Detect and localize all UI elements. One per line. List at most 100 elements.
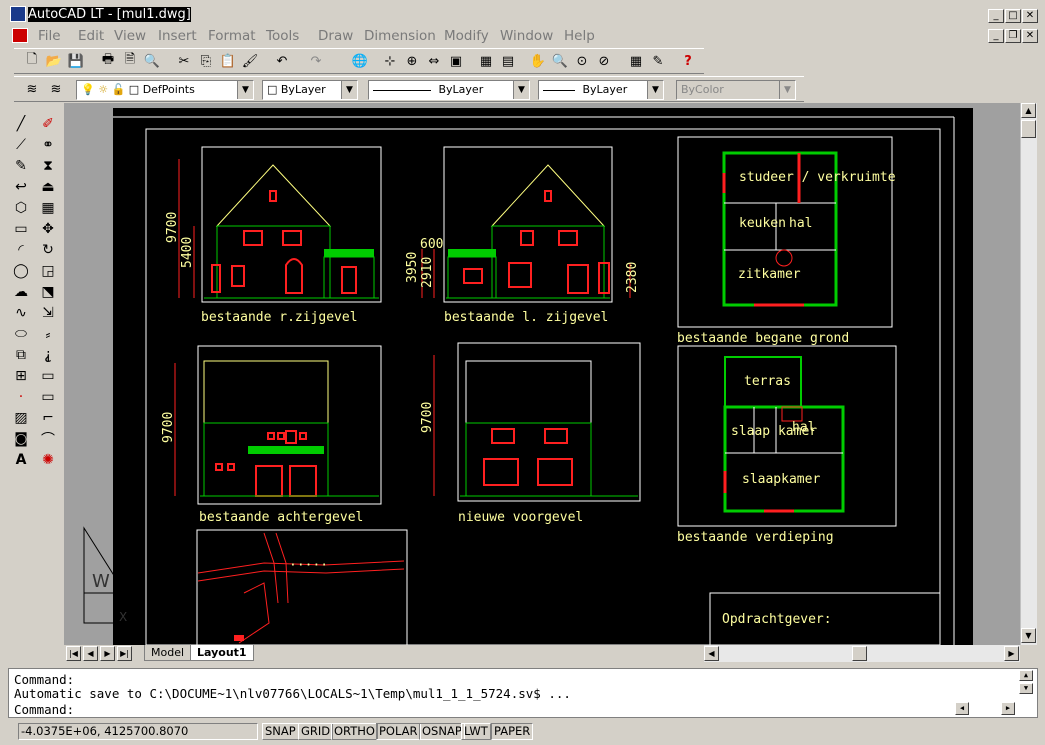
- menu-window[interactable]: Window: [500, 28, 553, 44]
- polar-toggle[interactable]: POLAR: [376, 723, 421, 740]
- tab-layout1[interactable]: Layout1: [190, 645, 254, 661]
- break-at-point-icon[interactable]: ▭: [37, 387, 59, 407]
- layer-manager-icon[interactable]: ≋: [22, 79, 42, 99]
- insert-block-icon[interactable]: ⧉: [10, 345, 32, 365]
- plotstyle-select[interactable]: ByColor ▼: [676, 80, 796, 100]
- maximize-button[interactable]: □: [1005, 9, 1021, 23]
- line-icon[interactable]: ╱: [10, 114, 32, 134]
- lineweight-select[interactable]: ByLayer ▼: [538, 80, 664, 100]
- cmd-scroll-down-icon[interactable]: ▼: [1019, 683, 1033, 694]
- tab-prev-icon[interactable]: ◀: [83, 646, 98, 661]
- zoom-window-icon[interactable]: ⊙: [572, 51, 592, 71]
- layer-states-icon[interactable]: ≋: [46, 79, 66, 99]
- layout-canvas[interactable]: 9700 5400 bestaande r.zijgevel 600 3950 …: [64, 103, 1020, 645]
- color-select[interactable]: □ ByLayer ▼: [262, 80, 358, 100]
- find-icon[interactable]: 🔍: [142, 51, 162, 71]
- document-icon[interactable]: [12, 28, 28, 43]
- snap-toggle[interactable]: SNAP: [262, 723, 299, 740]
- copy-object-icon[interactable]: ⚭: [37, 135, 59, 155]
- menu-modify[interactable]: Modify: [444, 28, 489, 44]
- doc-close-button[interactable]: ✕: [1022, 29, 1038, 43]
- break-icon[interactable]: ▭: [37, 366, 59, 386]
- chevron-down-icon[interactable]: ▼: [341, 81, 357, 99]
- menu-view[interactable]: View: [114, 28, 146, 44]
- chevron-down-icon[interactable]: ▼: [779, 81, 795, 99]
- command-input[interactable]: Command:: [14, 702, 74, 717]
- tool-palette-icon[interactable]: ✎: [648, 51, 668, 71]
- paper-toggle[interactable]: PAPER: [491, 723, 534, 740]
- menu-help[interactable]: Help: [564, 28, 595, 44]
- design-center-icon[interactable]: ▦: [476, 51, 496, 71]
- scroll-left-icon[interactable]: ◀: [704, 646, 719, 661]
- menu-format[interactable]: Format: [208, 28, 256, 44]
- web-icon[interactable]: 🌐: [350, 51, 370, 71]
- distance-icon[interactable]: ⇔: [424, 51, 444, 71]
- cmd-hscroll-right-icon[interactable]: ▶: [1001, 702, 1015, 715]
- spline-icon[interactable]: ∿: [10, 303, 32, 323]
- arc-icon[interactable]: ◜: [10, 240, 32, 260]
- grid-tool-icon[interactable]: ▦: [626, 51, 646, 71]
- scroll-up-icon[interactable]: ▲: [1021, 103, 1036, 118]
- polygon-icon[interactable]: ↩: [10, 177, 32, 197]
- erase-icon[interactable]: ✐: [37, 114, 59, 134]
- horizontal-scrollbar[interactable]: ◀ ▶: [704, 645, 1020, 662]
- tab-next-icon[interactable]: ▶: [100, 646, 115, 661]
- fillet-icon[interactable]: ⌒: [37, 429, 59, 449]
- menu-file[interactable]: File: [38, 28, 61, 44]
- rectangle-icon[interactable]: ▭: [10, 219, 32, 239]
- copy-icon[interactable]: ⎘: [196, 51, 216, 71]
- undo-icon[interactable]: ↶: [272, 51, 292, 71]
- print-preview-icon[interactable]: 🗎: [120, 51, 140, 71]
- save-icon[interactable]: 💾: [66, 51, 86, 71]
- doc-minimize-button[interactable]: _: [988, 29, 1004, 43]
- region-icon[interactable]: ◙: [10, 429, 32, 449]
- chevron-down-icon[interactable]: ▼: [647, 81, 663, 99]
- menu-dimension[interactable]: Dimension: [364, 28, 436, 44]
- match-properties-icon[interactable]: 🖌: [240, 51, 260, 71]
- text-icon[interactable]: A: [10, 450, 32, 470]
- ray-icon[interactable]: ⟋: [10, 135, 32, 155]
- tab-model[interactable]: Model: [144, 645, 192, 661]
- drawing-area[interactable]: 9700 5400 bestaande r.zijgevel 600 3950 …: [64, 103, 1020, 645]
- ortho-toggle[interactable]: ORTHO: [331, 723, 378, 740]
- autocad-app-icon[interactable]: [10, 6, 26, 22]
- circle-icon[interactable]: ◯: [10, 261, 32, 281]
- mirror-icon[interactable]: ⧗: [37, 156, 59, 176]
- revcloud-icon[interactable]: ☁: [10, 282, 32, 302]
- extend-icon[interactable]: ⸘: [37, 345, 59, 365]
- close-button[interactable]: ✕: [1022, 9, 1038, 23]
- explode-icon[interactable]: ✺: [37, 450, 59, 470]
- redo-icon[interactable]: ↷: [306, 51, 326, 71]
- scroll-down-icon[interactable]: ▼: [1021, 628, 1036, 643]
- layer-select[interactable]: 💡 ☼ 🔓 □ DefPoints ▼: [76, 80, 254, 100]
- offset-icon[interactable]: ⏏: [37, 177, 59, 197]
- scroll-thumb[interactable]: [1021, 120, 1036, 138]
- hscroll-thumb[interactable]: [852, 646, 867, 661]
- lwt-toggle[interactable]: LWT: [461, 723, 491, 740]
- move-icon[interactable]: ✥: [37, 219, 59, 239]
- menu-edit[interactable]: Edit: [78, 28, 104, 44]
- vertical-scrollbar[interactable]: ▲ ▼: [1020, 103, 1037, 645]
- new-icon[interactable]: 🗋: [22, 51, 42, 71]
- insert-block-icon[interactable]: ⊕: [402, 51, 422, 71]
- open-icon[interactable]: 📂: [44, 51, 64, 71]
- rotate-icon[interactable]: ↻: [37, 240, 59, 260]
- command-window[interactable]: Command: Automatic save to C:\DOCUME~1\n…: [8, 668, 1038, 718]
- properties-icon[interactable]: ▤: [498, 51, 518, 71]
- chamfer-icon[interactable]: ⌐: [37, 408, 59, 428]
- hatch-icon[interactable]: ▨: [10, 408, 32, 428]
- paste-icon[interactable]: 📋: [218, 51, 238, 71]
- print-icon[interactable]: 🖶: [98, 51, 118, 71]
- array-icon[interactable]: ▦: [37, 198, 59, 218]
- cmd-hscroll-left-icon[interactable]: ◀: [955, 702, 969, 715]
- scale-icon[interactable]: ◲: [37, 261, 59, 281]
- zoom-realtime-icon[interactable]: 🔍: [550, 51, 570, 71]
- osnap-toggle[interactable]: OSNAP: [419, 723, 465, 740]
- doc-restore-button[interactable]: ❐: [1005, 29, 1021, 43]
- make-block-icon[interactable]: ⊞: [10, 366, 32, 386]
- menu-draw[interactable]: Draw: [318, 28, 353, 44]
- ellipse-icon[interactable]: ⬭: [10, 324, 32, 344]
- hexagon-icon[interactable]: ⬡: [10, 198, 32, 218]
- help-icon[interactable]: ?: [678, 51, 698, 71]
- cut-icon[interactable]: ✂: [174, 51, 194, 71]
